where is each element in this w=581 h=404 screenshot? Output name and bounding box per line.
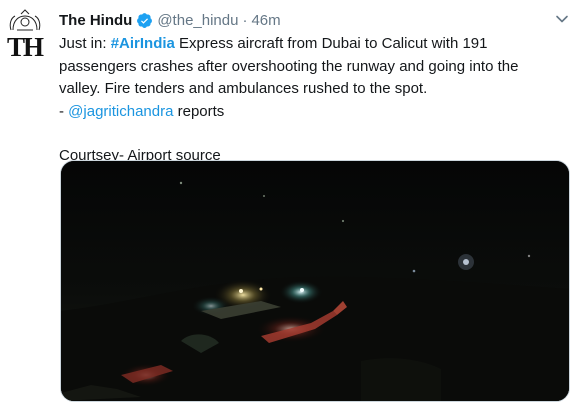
separator-dot: ·: [242, 11, 248, 29]
mention-prefix: -: [59, 102, 69, 120]
tweet-timestamp[interactable]: 46m: [251, 12, 280, 29]
hashtag-link[interactable]: #AirIndia: [111, 35, 175, 52]
crash-site-night-photo: [61, 161, 569, 401]
tweet-card[interactable]: TH The Hindu @the_hindu · 46m Just in: #…: [0, 0, 581, 404]
tweet-header: The Hindu @the_hindu · 46m: [59, 10, 541, 30]
text-prefix: Just in:: [59, 35, 111, 52]
mention-line: - @jagritichandra reports: [59, 101, 564, 124]
tweet-text: Just in: #AirIndia Express aircraft from…: [59, 33, 564, 168]
newspaper-crest-icon: [9, 9, 41, 31]
avatar-initials: TH: [7, 32, 44, 62]
author-name[interactable]: The Hindu: [59, 12, 132, 29]
mention-link[interactable]: @jagritichandra: [68, 103, 173, 120]
verified-badge-icon: [137, 12, 153, 28]
avatar[interactable]: TH: [5, 8, 45, 62]
author-handle[interactable]: @the_hindu: [157, 12, 238, 29]
tweet-photo[interactable]: [60, 160, 570, 402]
tweet-paragraph: Just in: #AirIndia Express aircraft from…: [59, 33, 564, 101]
mention-suffix: reports: [173, 102, 225, 120]
chevron-down-icon[interactable]: [555, 12, 569, 26]
